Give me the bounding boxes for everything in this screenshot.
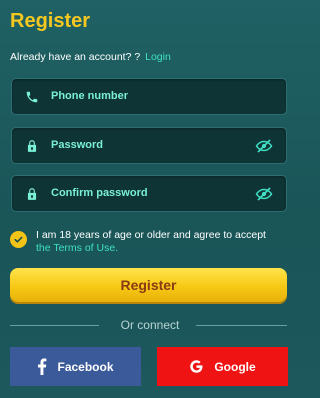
- google-label: Google: [214, 359, 256, 374]
- login-prompt: Already have an account? ? Login: [10, 51, 171, 63]
- eye-off-icon[interactable]: [254, 184, 274, 204]
- page-title: Register: [10, 10, 91, 32]
- password-placeholder: Password: [51, 139, 103, 151]
- agree-label: I am 18 years of age or older and agree …: [36, 229, 266, 241]
- check-icon: [13, 234, 24, 245]
- phone-field[interactable]: Phone number: [11, 78, 287, 115]
- google-icon: [189, 359, 204, 374]
- facebook-icon: [37, 358, 47, 375]
- phone-icon: [23, 88, 41, 106]
- phone-placeholder: Phone number: [51, 90, 129, 102]
- register-button[interactable]: Register: [10, 268, 287, 302]
- agree-text: I am 18 years of age or older and agree …: [36, 229, 291, 255]
- login-link[interactable]: Login: [145, 51, 171, 63]
- facebook-login-button[interactable]: Facebook: [10, 347, 141, 386]
- confirm-password-field[interactable]: Confirm password: [11, 175, 287, 212]
- lock-icon: [23, 137, 41, 155]
- divider-right: [196, 325, 287, 326]
- login-prompt-text: Already have an account? ?: [10, 51, 141, 63]
- google-login-button[interactable]: Google: [157, 347, 288, 386]
- confirm-password-placeholder: Confirm password: [51, 187, 148, 199]
- agree-checkbox[interactable]: [10, 231, 27, 248]
- terms-link[interactable]: the Terms of Use.: [36, 242, 118, 254]
- eye-off-icon[interactable]: [254, 136, 274, 156]
- facebook-label: Facebook: [57, 359, 114, 374]
- password-field[interactable]: Password: [11, 127, 287, 164]
- lock-icon: [23, 185, 41, 203]
